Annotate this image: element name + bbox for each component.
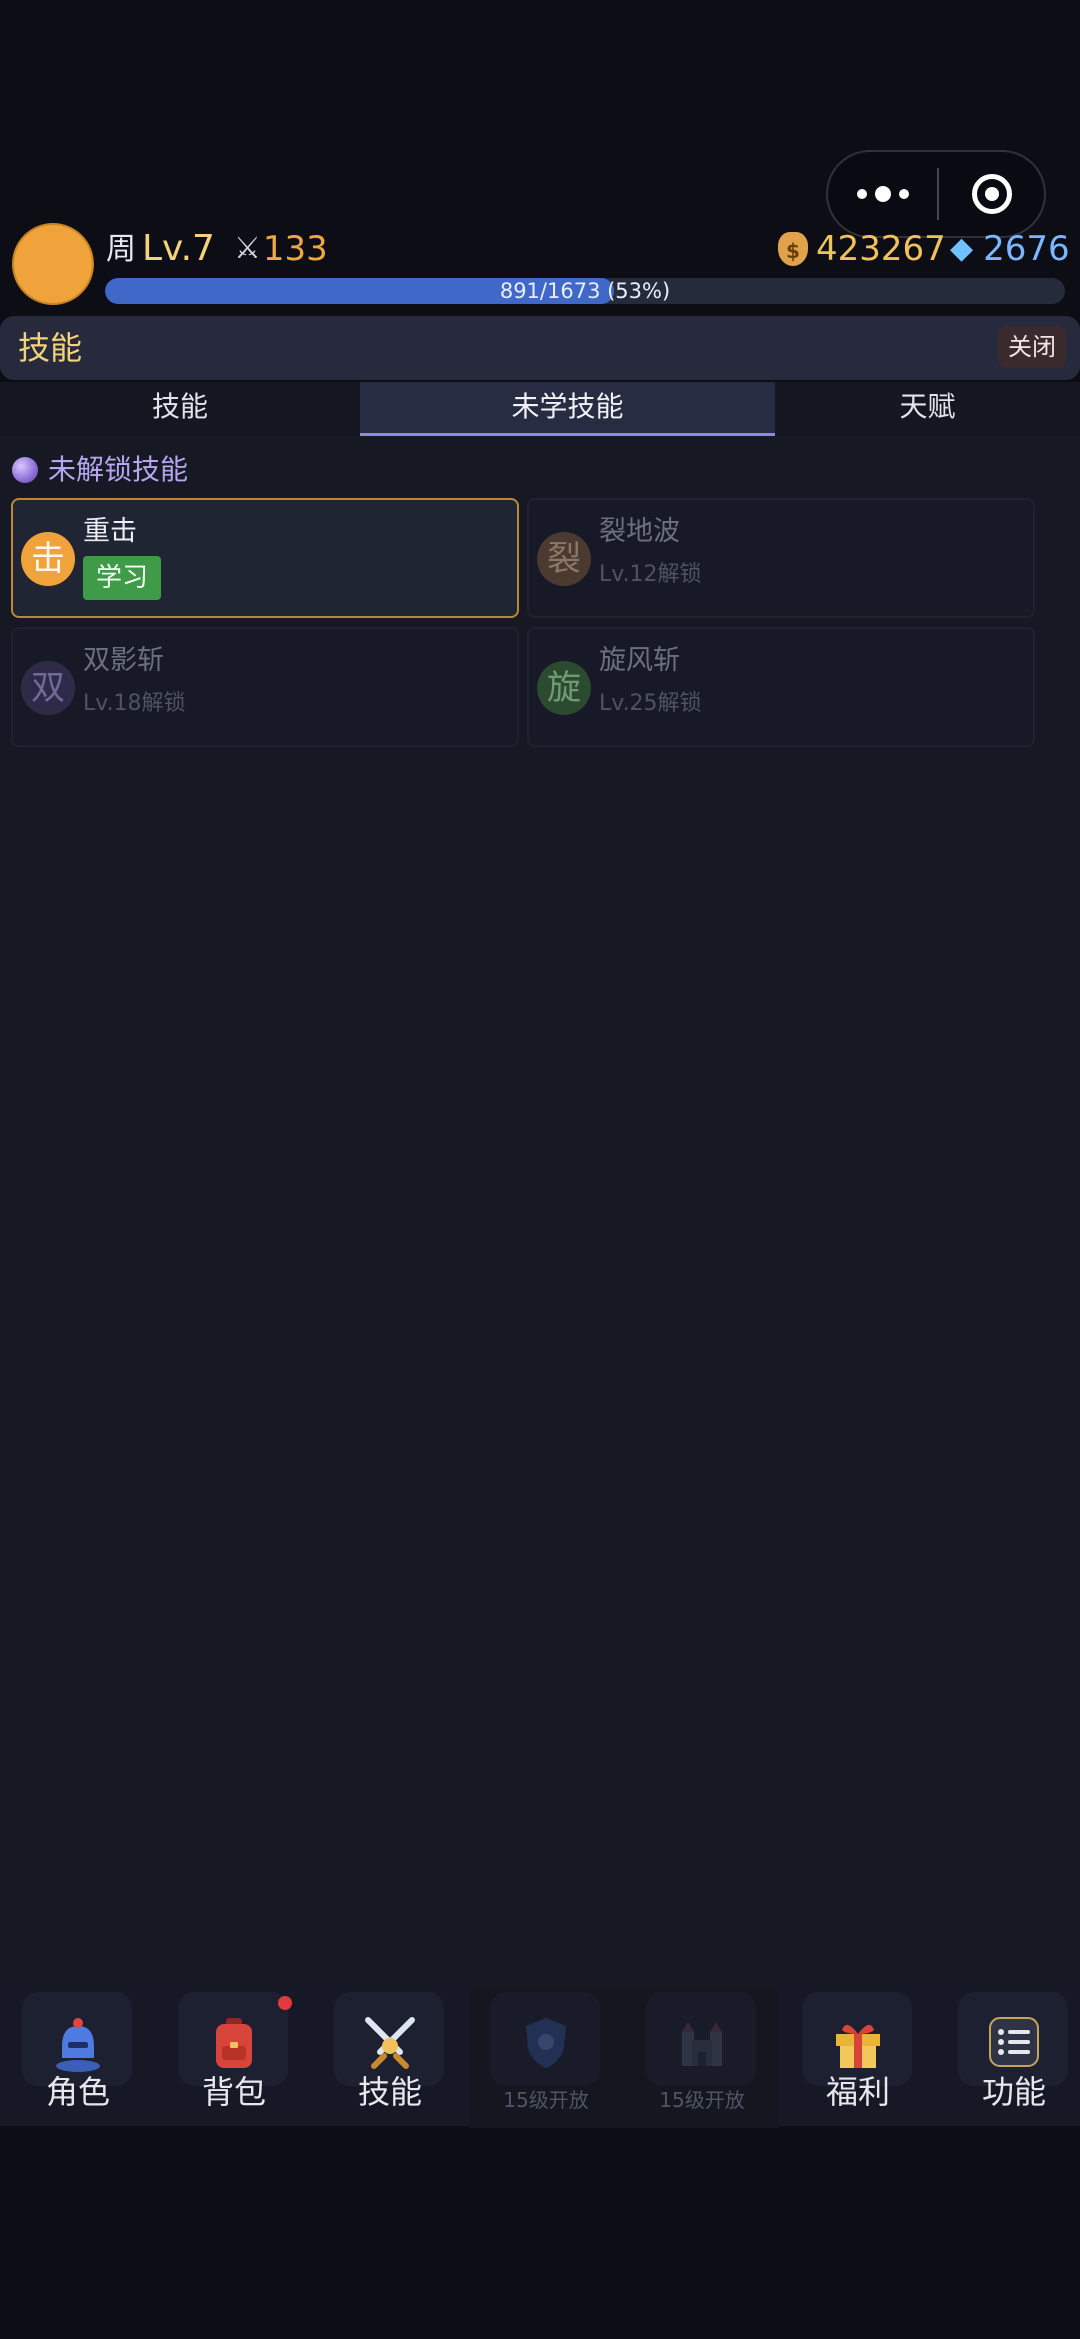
knight-helmet-icon bbox=[56, 2018, 100, 2072]
crossed-swords-icon: ⚔ bbox=[234, 231, 261, 266]
gold-value: 423267 bbox=[816, 229, 946, 269]
bottom-nav: 角色 背包 技能 15级开放 15级开放 福利 功能 bbox=[0, 1986, 1080, 2128]
gem-value: 2676 bbox=[983, 229, 1070, 269]
skill-unlock-requirement: Lv.25解锁 bbox=[599, 691, 702, 716]
crystal-ball-icon bbox=[12, 457, 38, 483]
skill-name: 双影斩 bbox=[83, 645, 164, 676]
close-button[interactable]: 关闭 bbox=[998, 326, 1066, 368]
skill-name: 裂地波 bbox=[599, 516, 680, 547]
more-dot-icon bbox=[856, 189, 867, 199]
more-dot-icon bbox=[874, 186, 891, 202]
skill-card-ground-split[interactable]: 裂 裂地波 Lv.12解锁 bbox=[527, 498, 1035, 618]
nav-functions[interactable]: 功能 bbox=[936, 1986, 1080, 2126]
more-options-button[interactable] bbox=[828, 152, 937, 236]
skill-unlock-requirement: Lv.12解锁 bbox=[599, 562, 702, 587]
shield-icon bbox=[526, 2018, 566, 2068]
nav-welfare[interactable]: 福利 bbox=[780, 1986, 936, 2126]
section-header: 未解锁技能 bbox=[12, 450, 188, 490]
exp-bar: 891/1673 (53%) bbox=[105, 278, 1065, 304]
nav-label: 角色 bbox=[45, 2073, 110, 2111]
skill-tabs: 技能 未学技能 天赋 bbox=[0, 382, 1080, 436]
gift-icon bbox=[836, 2024, 880, 2068]
nav-character[interactable]: 角色 bbox=[0, 1986, 156, 2126]
nav-skills[interactable]: 技能 bbox=[312, 1986, 468, 2126]
gold-counter: $ 423267 bbox=[778, 228, 946, 270]
avatar[interactable] bbox=[12, 223, 94, 305]
player-name: 周 bbox=[106, 232, 136, 267]
notification-dot bbox=[278, 1996, 292, 2010]
nav-locked-castle[interactable]: 15级开放 bbox=[624, 1986, 780, 2126]
backpack-icon bbox=[216, 2018, 252, 2068]
money-bag-icon: $ bbox=[778, 232, 808, 266]
combat-power-value: 133 bbox=[262, 229, 328, 269]
nav-backpack[interactable]: 背包 bbox=[156, 1986, 312, 2126]
diamond-icon: ◆ bbox=[950, 231, 974, 266]
exit-miniprogram-button[interactable] bbox=[939, 174, 1044, 214]
tab-talents[interactable]: 天赋 bbox=[775, 382, 1080, 436]
nav-label: 15级开放 bbox=[503, 2088, 589, 2112]
menu-list-icon bbox=[989, 2017, 1039, 2067]
nav-locked-shield[interactable]: 15级开放 bbox=[468, 1986, 624, 2126]
more-dot-icon bbox=[898, 189, 909, 199]
skill-icon: 双 bbox=[21, 661, 75, 715]
gem-counter: ◆ 2676 bbox=[950, 228, 1070, 270]
miniprogram-capsule bbox=[826, 150, 1046, 238]
skill-unlock-requirement: Lv.18解锁 bbox=[83, 691, 186, 716]
skill-name: 重击 bbox=[83, 516, 137, 547]
nav-label: 福利 bbox=[825, 2073, 890, 2111]
castle-icon bbox=[682, 2022, 722, 2066]
nav-label: 功能 bbox=[981, 2073, 1046, 2111]
skills-panel-header: 技能 关闭 bbox=[0, 316, 1080, 380]
skill-icon: 击 bbox=[21, 532, 75, 586]
tab-unlearned-skills[interactable]: 未学技能 bbox=[360, 382, 775, 436]
panel-title: 技能 bbox=[18, 329, 83, 367]
skill-card-whirlwind[interactable]: 旋 旋风斩 Lv.25解锁 bbox=[527, 627, 1035, 747]
skill-card-heavy-strike[interactable]: 击 重击 学习 bbox=[11, 498, 519, 618]
learn-button[interactable]: 学习 bbox=[83, 556, 161, 600]
crossed-swords-icon bbox=[365, 2017, 415, 2069]
target-icon bbox=[971, 174, 1012, 214]
nav-label: 技能 bbox=[357, 2073, 422, 2111]
section-label: 未解锁技能 bbox=[48, 453, 189, 486]
tab-skills[interactable]: 技能 bbox=[0, 382, 360, 436]
game-screen: 周 Lv.7 ⚔ 133 $ 423267 ◆ 2676 891/1673 (5… bbox=[0, 0, 1080, 2339]
exp-text: 891/1673 (53%) bbox=[499, 279, 671, 303]
player-level: Lv.7 bbox=[142, 228, 215, 269]
skill-card-double-shadow[interactable]: 双 双影斩 Lv.18解锁 bbox=[11, 627, 519, 747]
skill-icon: 裂 bbox=[537, 532, 591, 586]
nav-label: 背包 bbox=[201, 2073, 266, 2111]
skill-icon: 旋 bbox=[537, 661, 591, 715]
nav-label: 15级开放 bbox=[659, 2088, 745, 2112]
combat-power: ⚔ 133 bbox=[234, 228, 328, 270]
skill-name: 旋风斩 bbox=[599, 645, 680, 676]
